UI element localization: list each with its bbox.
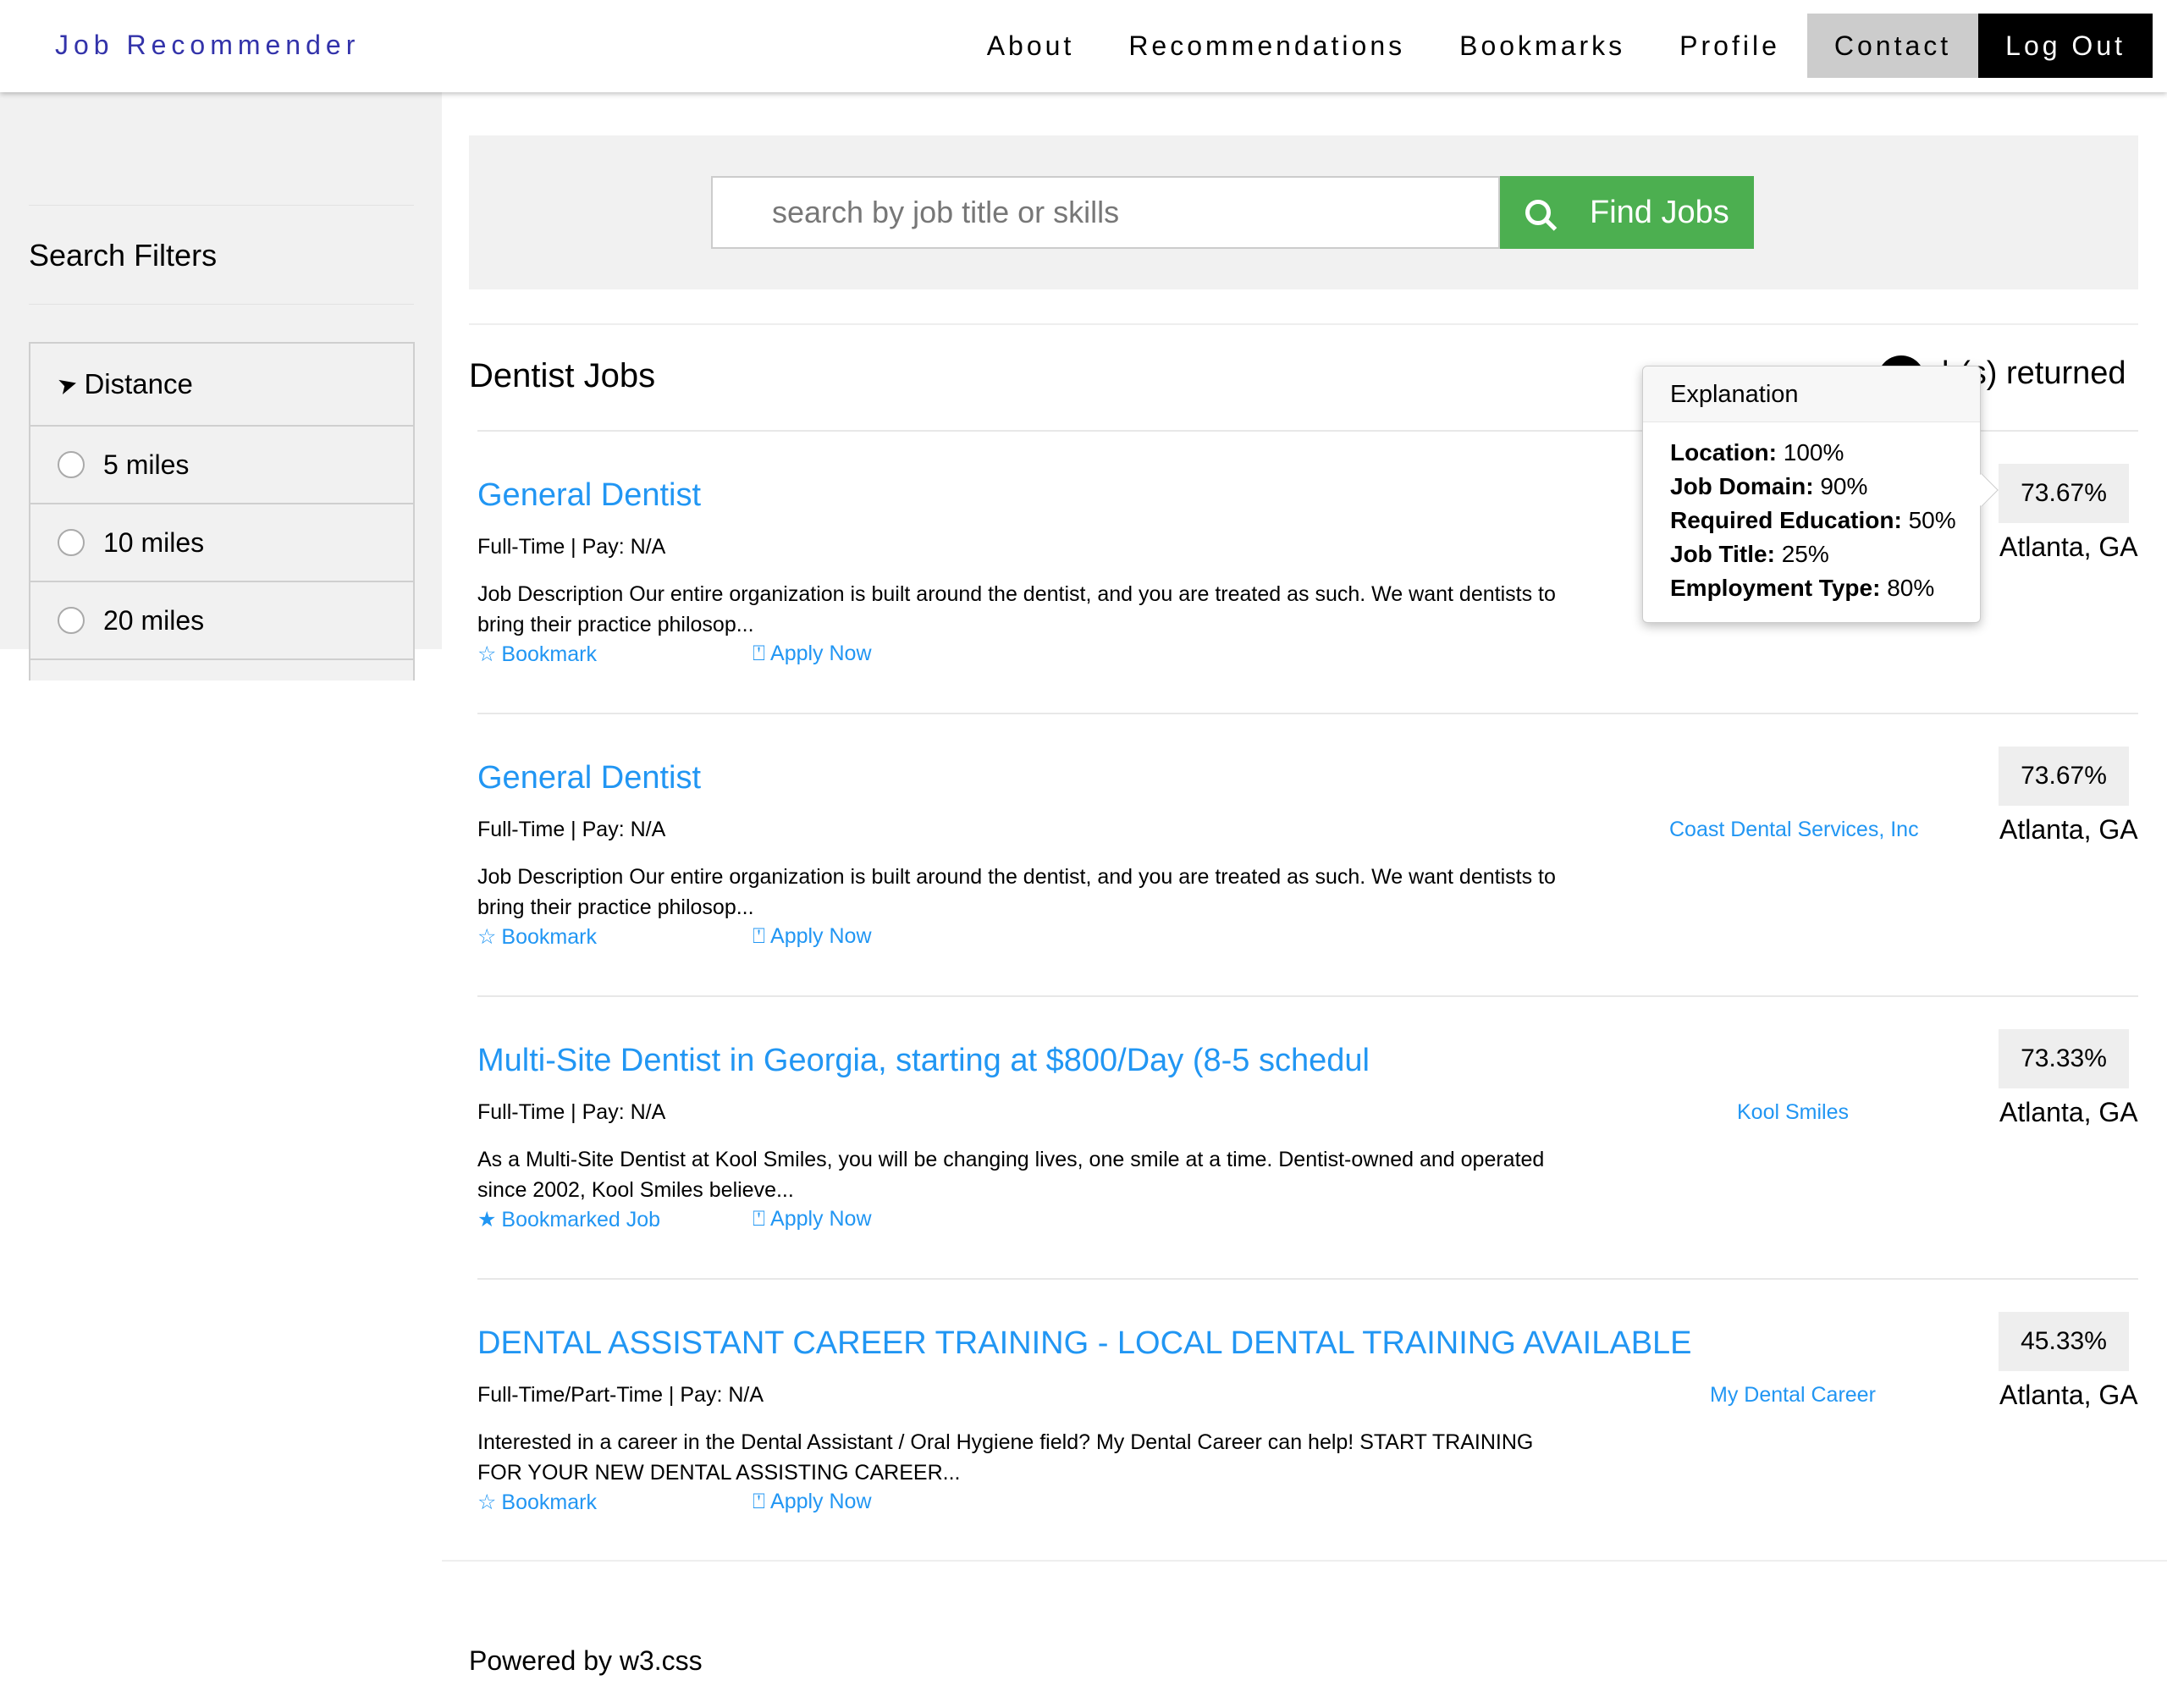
distance-option-label: 10 miles <box>103 526 205 558</box>
job-card: Multi-Site Dentist in Georgia, starting … <box>477 995 2138 1278</box>
job-location: Atlanta, GA <box>1999 1097 2138 1127</box>
job-meta: Full-Time | Pay: N/A <box>477 535 666 559</box>
job-meta: Full-Time | Pay: N/A <box>477 818 666 841</box>
logout-button[interactable]: Log Out <box>1978 14 2153 78</box>
nav-recommendations[interactable]: Recommendations <box>1101 14 1432 78</box>
distance-option-label: 5 miles <box>103 449 190 480</box>
job-description: Job Description Our entire organization … <box>477 582 1556 636</box>
job-location: Atlanta, GA <box>1999 1380 2138 1410</box>
search-icon <box>1525 200 1551 225</box>
job-meta: Full-Time | Pay: N/A <box>477 1100 666 1124</box>
distance-option-label: 20 miles <box>103 604 205 636</box>
bookmark-icon: ⍞ <box>753 642 766 665</box>
radio-button[interactable] <box>58 529 85 556</box>
nav-contact[interactable]: Contact <box>1806 14 1979 78</box>
distance-filter-header[interactable]: ➤ Distance <box>30 344 413 427</box>
search-input[interactable] <box>711 176 1500 249</box>
bookmarked-link[interactable]: ★ Bookmarked Job <box>477 1207 660 1232</box>
nav-profile[interactable]: Profile <box>1652 14 1807 78</box>
distance-filter-label: Distance <box>84 368 193 399</box>
divider <box>469 323 2138 325</box>
brand-logo[interactable]: Job Recommender <box>55 30 360 61</box>
sidebar-divider <box>29 205 414 206</box>
sidebar-title: Search Filters <box>29 238 218 273</box>
tooltip-title: Explanation <box>1643 366 1980 422</box>
tooltip-row-location: Location: 100% <box>1670 439 1844 466</box>
match-score[interactable]: 73.67% <box>1999 747 2129 806</box>
nav-menu: About Recommendations Bookmarks Profile … <box>960 14 2153 78</box>
job-title-link[interactable]: General Dentist <box>477 760 701 796</box>
footer-text: Powered by w3.css <box>469 1645 703 1676</box>
star-filled-icon: ★ <box>477 1208 497 1231</box>
star-outline-icon: ☆ <box>477 642 497 666</box>
location-arrow-icon: ➤ <box>54 368 81 400</box>
distance-filter: ➤ Distance 5 miles 10 miles 20 miles <box>29 342 415 680</box>
job-title-link[interactable]: General Dentist <box>477 477 701 514</box>
job-card: General Dentist Full-Time | Pay: N/A Job… <box>477 713 2138 995</box>
job-location: Atlanta, GA <box>1999 814 2138 845</box>
match-score[interactable]: 73.33% <box>1999 1029 2129 1088</box>
sidebar-divider <box>29 304 414 305</box>
explanation-tooltip: Explanation Location: 100% Job Domain: 9… <box>1642 366 1999 623</box>
job-description: Job Description Our entire organization … <box>477 865 1556 919</box>
tooltip-row-employment: Employment Type: 80% <box>1670 575 1935 601</box>
match-score[interactable]: 73.67% <box>1999 464 2129 523</box>
apply-now-link[interactable]: ⍞ Apply Now <box>753 1490 872 1514</box>
star-outline-icon: ☆ <box>477 1490 497 1514</box>
bookmark-link[interactable]: ☆ Bookmark <box>477 642 597 667</box>
search-panel: Find Jobs <box>469 135 2138 289</box>
distance-option-5[interactable]: 5 miles <box>30 427 413 504</box>
bookmark-icon: ⍞ <box>753 1207 766 1231</box>
distance-option-20[interactable]: 20 miles <box>30 582 413 660</box>
job-title-link[interactable]: Multi-Site Dentist in Georgia, starting … <box>477 1043 1370 1079</box>
top-navbar: Job Recommender About Recommendations Bo… <box>0 0 2167 92</box>
job-card: DENTAL ASSISTANT CAREER TRAINING - LOCAL… <box>477 1278 2138 1561</box>
apply-now-link[interactable]: ⍞ Apply Now <box>753 924 872 949</box>
find-jobs-button[interactable]: Find Jobs <box>1500 176 1754 249</box>
job-location: Atlanta, GA <box>1999 532 2138 562</box>
find-jobs-label: Find Jobs <box>1590 194 1729 230</box>
company-link[interactable]: Coast Dental Services, Inc <box>1669 818 1919 842</box>
star-outline-icon: ☆ <box>477 925 497 949</box>
footer-divider <box>442 1560 2167 1562</box>
apply-now-link[interactable]: ⍞ Apply Now <box>753 1207 872 1231</box>
job-description: Interested in a career in the Dental Ass… <box>477 1430 1534 1485</box>
tooltip-row-education: Required Education: 50% <box>1670 507 1956 533</box>
bookmark-link[interactable]: ☆ Bookmark <box>477 1490 597 1515</box>
radio-button[interactable] <box>58 607 85 634</box>
radio-button[interactable] <box>58 451 85 478</box>
tooltip-row-title: Job Title: 25% <box>1670 541 1829 567</box>
results-title: Dentist Jobs <box>469 357 656 394</box>
bookmark-icon: ⍞ <box>753 924 766 948</box>
sidebar: Search Filters ➤ Distance 5 miles 10 mil… <box>0 92 442 680</box>
company-link[interactable]: Kool Smiles <box>1737 1100 1849 1125</box>
distance-option-10[interactable]: 10 miles <box>30 504 413 582</box>
apply-now-link[interactable]: ⍞ Apply Now <box>753 642 872 666</box>
job-meta: Full-Time/Part-Time | Pay: N/A <box>477 1383 764 1407</box>
bookmark-icon: ⍞ <box>753 1490 766 1513</box>
nav-about[interactable]: About <box>960 14 1102 78</box>
tooltip-row-domain: Job Domain: 90% <box>1670 473 1868 499</box>
nav-bookmarks[interactable]: Bookmarks <box>1432 14 1652 78</box>
match-score[interactable]: 45.33% <box>1999 1312 2129 1371</box>
company-link[interactable]: My Dental Career <box>1710 1383 1876 1408</box>
job-description: As a Multi-Site Dentist at Kool Smiles, … <box>477 1148 1545 1202</box>
tooltip-body: Location: 100% Job Domain: 90% Required … <box>1643 422 1980 605</box>
job-title-link[interactable]: DENTAL ASSISTANT CAREER TRAINING - LOCAL… <box>477 1325 1692 1362</box>
bookmark-link[interactable]: ☆ Bookmark <box>477 924 597 950</box>
